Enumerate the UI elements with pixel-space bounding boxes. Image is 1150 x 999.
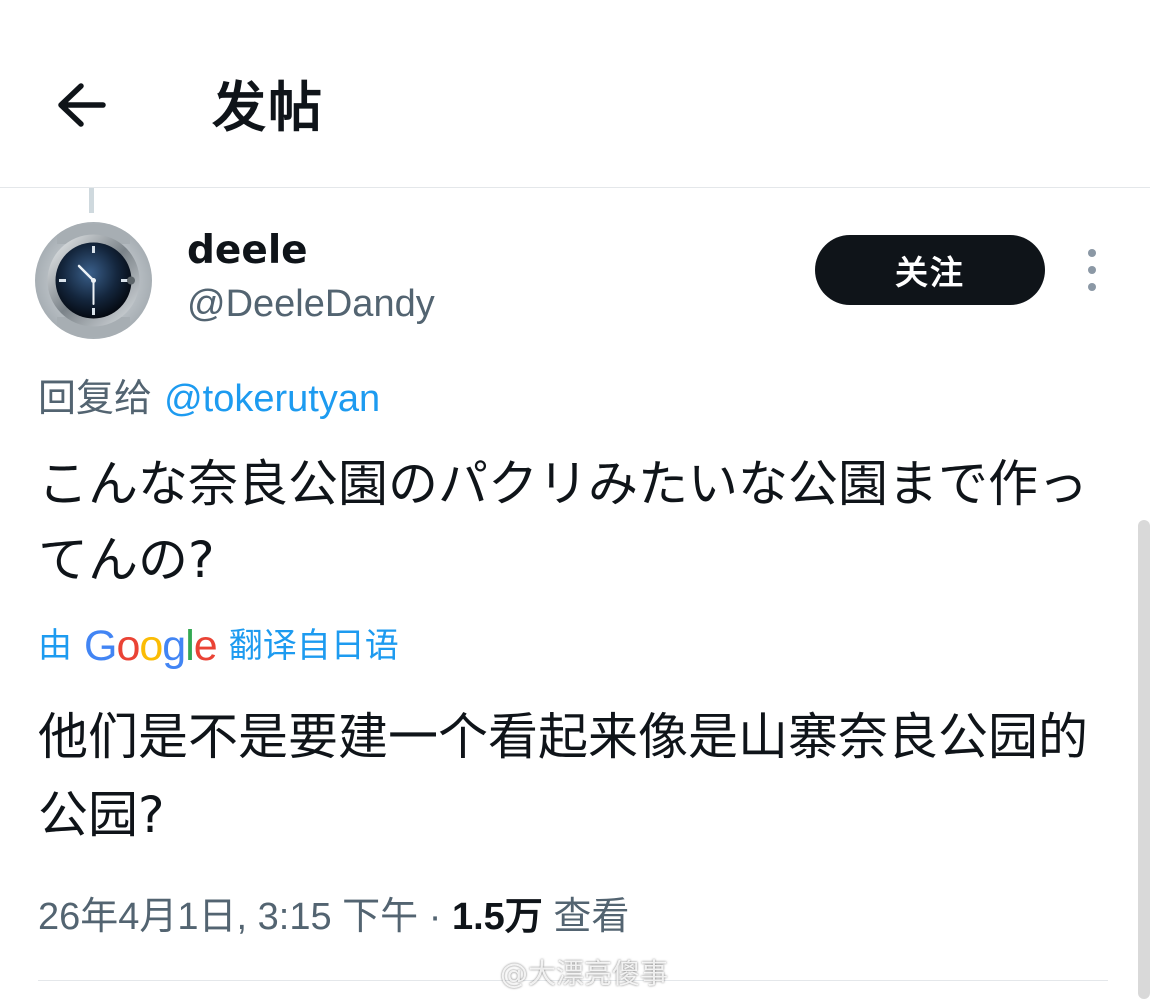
thread-connector-line [89,188,94,213]
reply-prefix: 回复给 [38,376,153,420]
display-name[interactable]: deele [187,226,308,276]
scrollbar[interactable] [1138,520,1150,999]
translate-suffix: 翻译自日语 [228,626,399,666]
more-options-button[interactable] [1072,245,1112,295]
follow-button[interactable]: 关注 [815,235,1045,305]
top-bar: 发帖 [0,0,1150,188]
translate-prefix: 由 [38,626,72,666]
translation-attribution[interactable]: 由 Google 翻译自日语 [38,622,399,670]
watermark: @大漂亮傻事 [500,957,669,990]
more-vertical-icon [1088,249,1096,257]
watch-avatar-image [35,222,152,339]
more-vertical-icon-dot [1088,266,1096,274]
back-button[interactable] [48,72,114,138]
post-translated-text: 他们是不是要建一个看起来像是山寨奈良公园的公园? [38,708,1088,844]
views-count: 1.5万 [451,896,543,938]
meta-separator: · [428,896,442,938]
user-handle[interactable]: @DeeleDandy [187,280,435,328]
post-original-text: こんな奈良公園のパクリみたいな公園まで作ってんの? [38,455,1088,589]
views-label: 查看 [553,896,630,938]
page-title: 发帖 [212,76,324,139]
google-logo: Google [84,622,218,670]
more-vertical-icon-dot [1088,283,1096,291]
reply-mention-link[interactable]: @tokerutyan [164,378,380,420]
reply-context: 回复给 @tokerutyan [38,374,380,423]
avatar[interactable] [35,222,152,339]
arrow-left-icon [58,83,106,127]
post-metadata: 26年4月1日, 3:15 下午 · 1.5万 查看 [38,890,629,944]
post-timestamp[interactable]: 26年4月1日, 3:15 下午 [38,896,418,938]
